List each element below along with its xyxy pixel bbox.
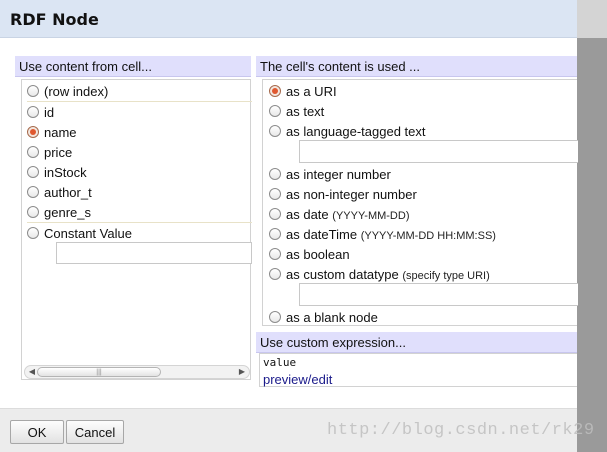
column-option-label: genre_s [44,205,91,220]
language-input[interactable] [299,140,578,163]
radio-integer[interactable] [269,168,281,180]
right-panel-header: The cell's content is used ... [256,56,577,77]
type-option-label: as language-tagged text [286,124,426,139]
type-option-label: as dateTime (YYYY-MM-DD HH:MM:SS) [286,227,496,242]
content-type-list: as a URI as text as language-tagged text… [262,79,578,327]
type-option-label: as a URI [286,84,337,99]
constant-value-label: Constant Value [44,226,132,241]
dialog-title: RDF Node [10,10,99,29]
background-strip [577,0,607,452]
type-option-label: as integer number [286,167,391,182]
type-option-label: as non-integer number [286,187,417,202]
scroll-thumb[interactable]: ||| [37,367,161,377]
type-option-datetime[interactable]: as dateTime (YYYY-MM-DD HH:MM:SS) [269,226,569,244]
type-option-main: as custom datatype [286,267,399,282]
radio-genre-s[interactable] [27,206,39,218]
column-option-label: (row index) [44,84,109,99]
radio-language-text[interactable] [269,125,281,137]
preview-edit-link[interactable]: preview/edit [263,372,332,387]
type-option-integer[interactable]: as integer number [269,166,569,184]
background-strip-top [577,0,607,38]
horizontal-scrollbar[interactable]: ◀ ||| ▶ [24,365,250,379]
radio-datetime[interactable] [269,228,281,240]
scroll-right-icon[interactable]: ▶ [237,367,247,377]
custom-type-input[interactable] [299,283,578,306]
type-option-hint: (YYYY-MM-DD HH:MM:SS) [360,230,496,242]
radio-uri[interactable] [269,85,281,97]
scroll-left-icon[interactable]: ◀ [27,367,37,377]
expression-box: value preview/edit [259,353,577,387]
column-option-label: price [44,145,73,160]
radio-non-integer[interactable] [269,188,281,200]
radio-custom[interactable] [269,268,281,280]
radio-text[interactable] [269,105,281,117]
separator [27,222,252,223]
type-option-blank-node[interactable]: as a blank node [269,309,569,327]
radio-id[interactable] [27,106,39,118]
type-option-hint: (YYYY-MM-DD) [332,210,410,222]
ok-button[interactable]: OK [10,420,64,444]
type-option-label: as custom datatype (specify type URI) [286,267,490,282]
type-option-label: as a blank node [286,310,378,325]
radio-author-t[interactable] [27,186,39,198]
type-option-label: as boolean [286,247,350,262]
column-option-price[interactable]: price [27,144,247,162]
column-option-label: id [44,105,55,120]
column-list: (row index) id name price inStock author… [21,79,252,380]
column-option-name[interactable]: name [27,124,247,142]
column-option-row-index[interactable]: (row index) [27,83,247,101]
left-panel-header: Use content from cell... [15,56,251,77]
type-option-label: as date (YYYY-MM-DD) [286,207,410,222]
column-option-label: author_t [44,185,92,200]
radio-constant-value[interactable] [27,227,39,239]
column-option-label: name [44,125,77,140]
radio-instock[interactable] [27,166,39,178]
type-option-label: as text [286,104,325,119]
column-option-instock[interactable]: inStock [27,164,247,182]
column-option-id[interactable]: id [27,104,247,122]
expression-value: value [263,356,297,369]
column-option-author-t[interactable]: author_t [27,184,247,202]
radio-boolean[interactable] [269,248,281,260]
cancel-button[interactable]: Cancel [66,420,124,444]
radio-blank-node[interactable] [269,311,281,323]
type-option-main: as date [286,207,329,222]
column-option-label: inStock [44,165,87,180]
separator [27,101,252,102]
constant-value-option[interactable]: Constant Value [27,225,247,243]
watermark-text: http://blog.csdn.net/rk29 [327,421,595,440]
type-option-language-text[interactable]: as language-tagged text [269,123,569,141]
type-option-text[interactable]: as text [269,103,569,121]
type-option-hint: (specify type URI) [402,270,490,282]
radio-price[interactable] [27,146,39,158]
expression-header: Use custom expression... [256,332,577,353]
type-option-custom[interactable]: as custom datatype (specify type URI) [269,266,569,284]
column-option-genre-s[interactable]: genre_s [27,204,247,222]
type-option-main: as dateTime [286,227,358,242]
type-option-uri[interactable]: as a URI [269,83,569,101]
dialog-header: RDF Node [0,0,577,38]
radio-name[interactable] [27,126,39,138]
type-option-boolean[interactable]: as boolean [269,246,569,264]
constant-value-input[interactable] [56,242,252,264]
radio-date[interactable] [269,208,281,220]
type-option-date[interactable]: as date (YYYY-MM-DD) [269,206,569,224]
radio-row-index[interactable] [27,85,39,97]
type-option-non-integer[interactable]: as non-integer number [269,186,569,204]
